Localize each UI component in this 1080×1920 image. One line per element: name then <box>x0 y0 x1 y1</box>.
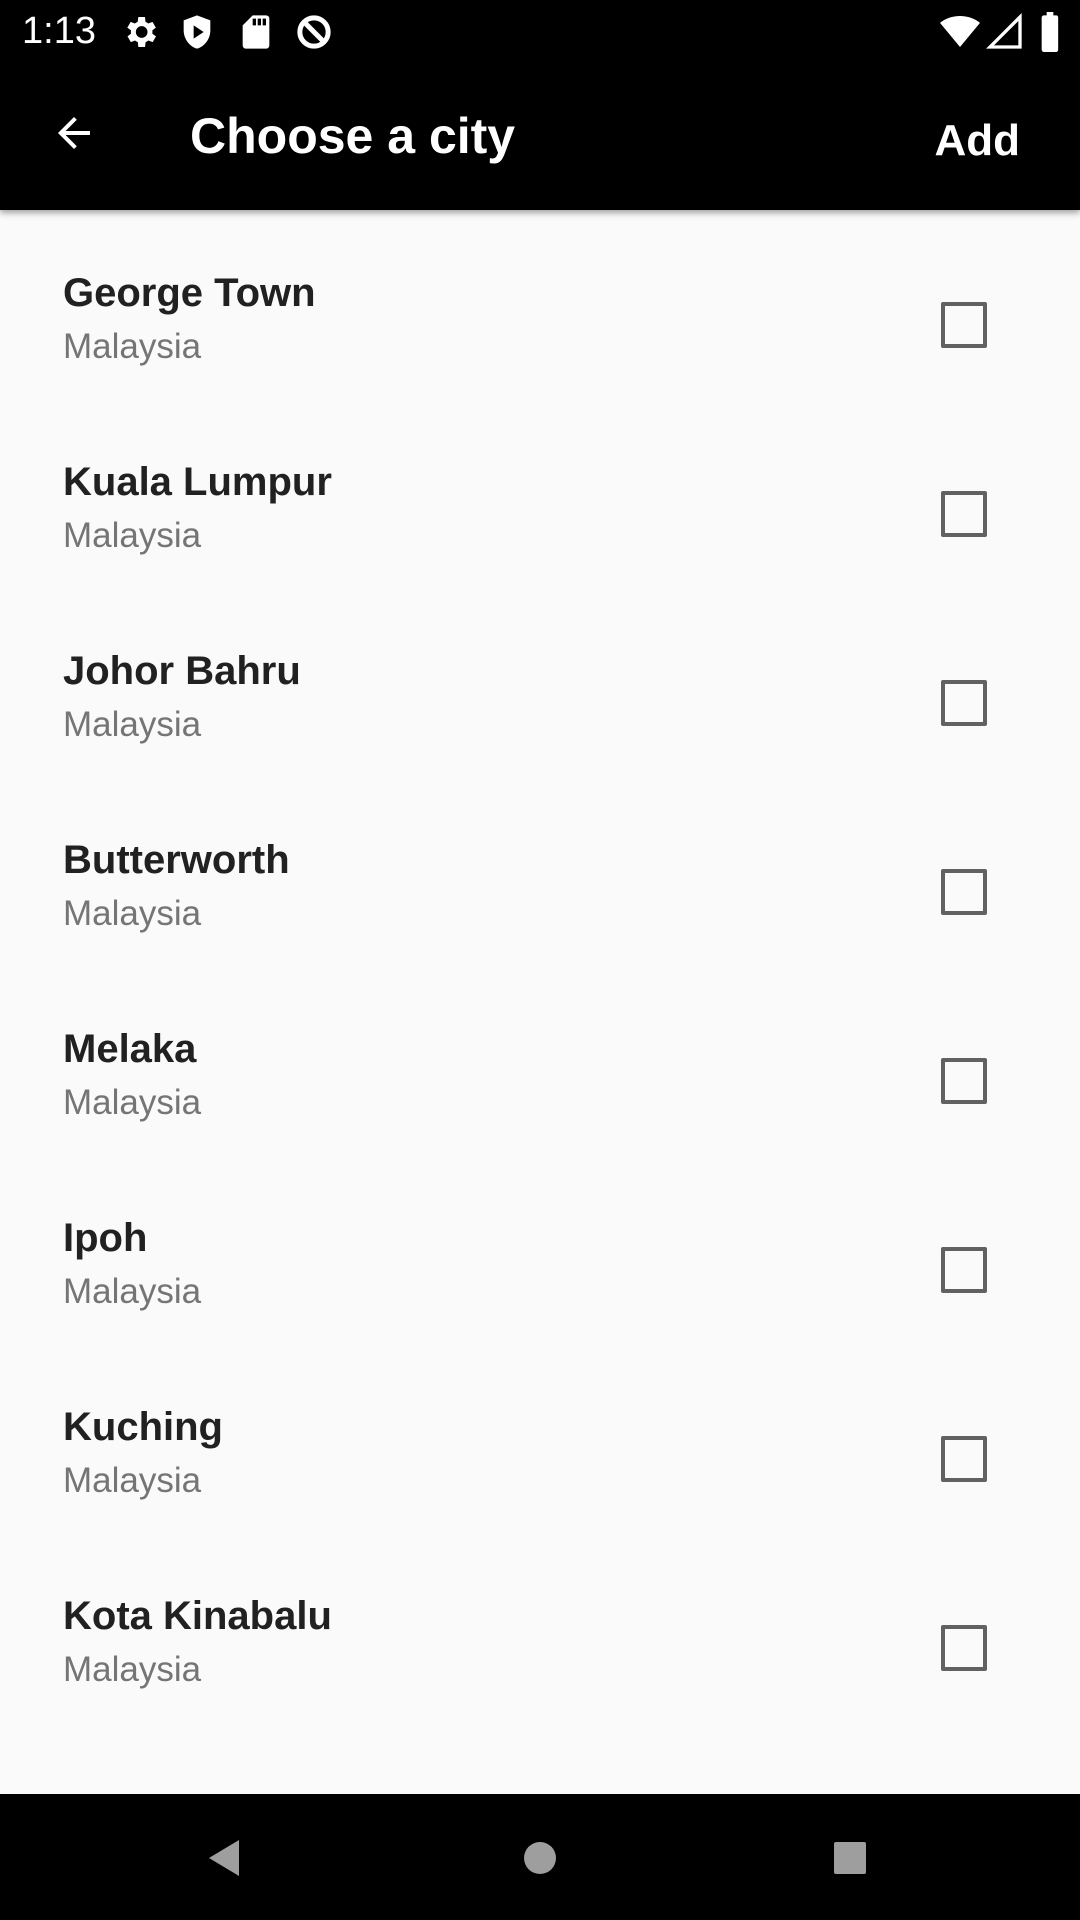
nav-home-button[interactable] <box>498 1816 582 1900</box>
wifi-icon <box>940 16 980 47</box>
city-name: Kuala Lumpur <box>63 460 332 504</box>
city-country: Malaysia <box>63 516 202 555</box>
city-checkbox[interactable] <box>941 1247 987 1293</box>
city-list: George Town Malaysia Kuala Lumpur Malays… <box>0 210 1080 1794</box>
city-item-johor-bahru[interactable]: Johor Bahru Malaysia <box>0 588 1080 777</box>
nav-back-button[interactable] <box>183 1816 267 1900</box>
city-country: Malaysia <box>63 327 202 366</box>
home-circle-icon <box>524 1842 556 1874</box>
city-country: Malaysia <box>63 1272 202 1311</box>
city-checkbox[interactable] <box>941 1625 987 1671</box>
city-item-melaka[interactable]: Melaka Malaysia <box>0 966 1080 1155</box>
city-name: Melaka <box>63 1027 197 1071</box>
city-checkbox[interactable] <box>941 680 987 726</box>
city-country: Malaysia <box>63 894 202 933</box>
city-country: Malaysia <box>63 1650 202 1689</box>
back-button[interactable] <box>30 89 118 177</box>
status-bar: 1:13 <box>0 0 1080 63</box>
arrow-back-icon <box>58 117 90 149</box>
nav-recents-button[interactable] <box>808 1816 892 1900</box>
recents-square-icon <box>834 1842 866 1874</box>
city-checkbox[interactable] <box>941 491 987 537</box>
status-time: 1:13 <box>22 10 96 52</box>
city-name: Ipoh <box>63 1216 148 1260</box>
sd-card-icon <box>242 15 270 49</box>
city-item-george-town[interactable]: George Town Malaysia <box>0 210 1080 399</box>
no-sim-circle-icon <box>297 15 331 49</box>
city-name: George Town <box>63 271 316 315</box>
shield-play-icon <box>183 15 211 49</box>
back-triangle-icon <box>209 1840 239 1876</box>
city-name: Kuching <box>63 1405 223 1449</box>
app-bar: Choose a city Add <box>0 63 1080 210</box>
city-checkbox[interactable] <box>941 869 987 915</box>
city-country: Malaysia <box>63 1083 202 1122</box>
city-item-kuala-lumpur[interactable]: Kuala Lumpur Malaysia <box>0 399 1080 588</box>
city-name: Butterworth <box>63 838 290 882</box>
city-item-butterworth[interactable]: Butterworth Malaysia <box>0 777 1080 966</box>
city-name: Kota Kinabalu <box>63 1594 332 1638</box>
page-title: Choose a city <box>190 108 516 164</box>
city-item-ipoh[interactable]: Ipoh Malaysia <box>0 1155 1080 1344</box>
city-item-kota-kinabalu[interactable]: Kota Kinabalu Malaysia <box>0 1533 1080 1722</box>
city-country: Malaysia <box>63 1461 202 1500</box>
city-item-kuching[interactable]: Kuching Malaysia <box>0 1344 1080 1533</box>
city-checkbox[interactable] <box>941 1436 987 1482</box>
city-name: Johor Bahru <box>63 649 301 693</box>
city-country: Malaysia <box>63 705 202 744</box>
settings-gear-icon <box>127 17 156 47</box>
add-button[interactable]: Add <box>934 113 1020 169</box>
city-checkbox[interactable] <box>941 1058 987 1104</box>
city-checkbox[interactable] <box>941 302 987 348</box>
navigation-bar <box>0 1794 1080 1920</box>
battery-icon <box>1041 12 1059 52</box>
cell-signal-icon <box>985 12 1022 49</box>
